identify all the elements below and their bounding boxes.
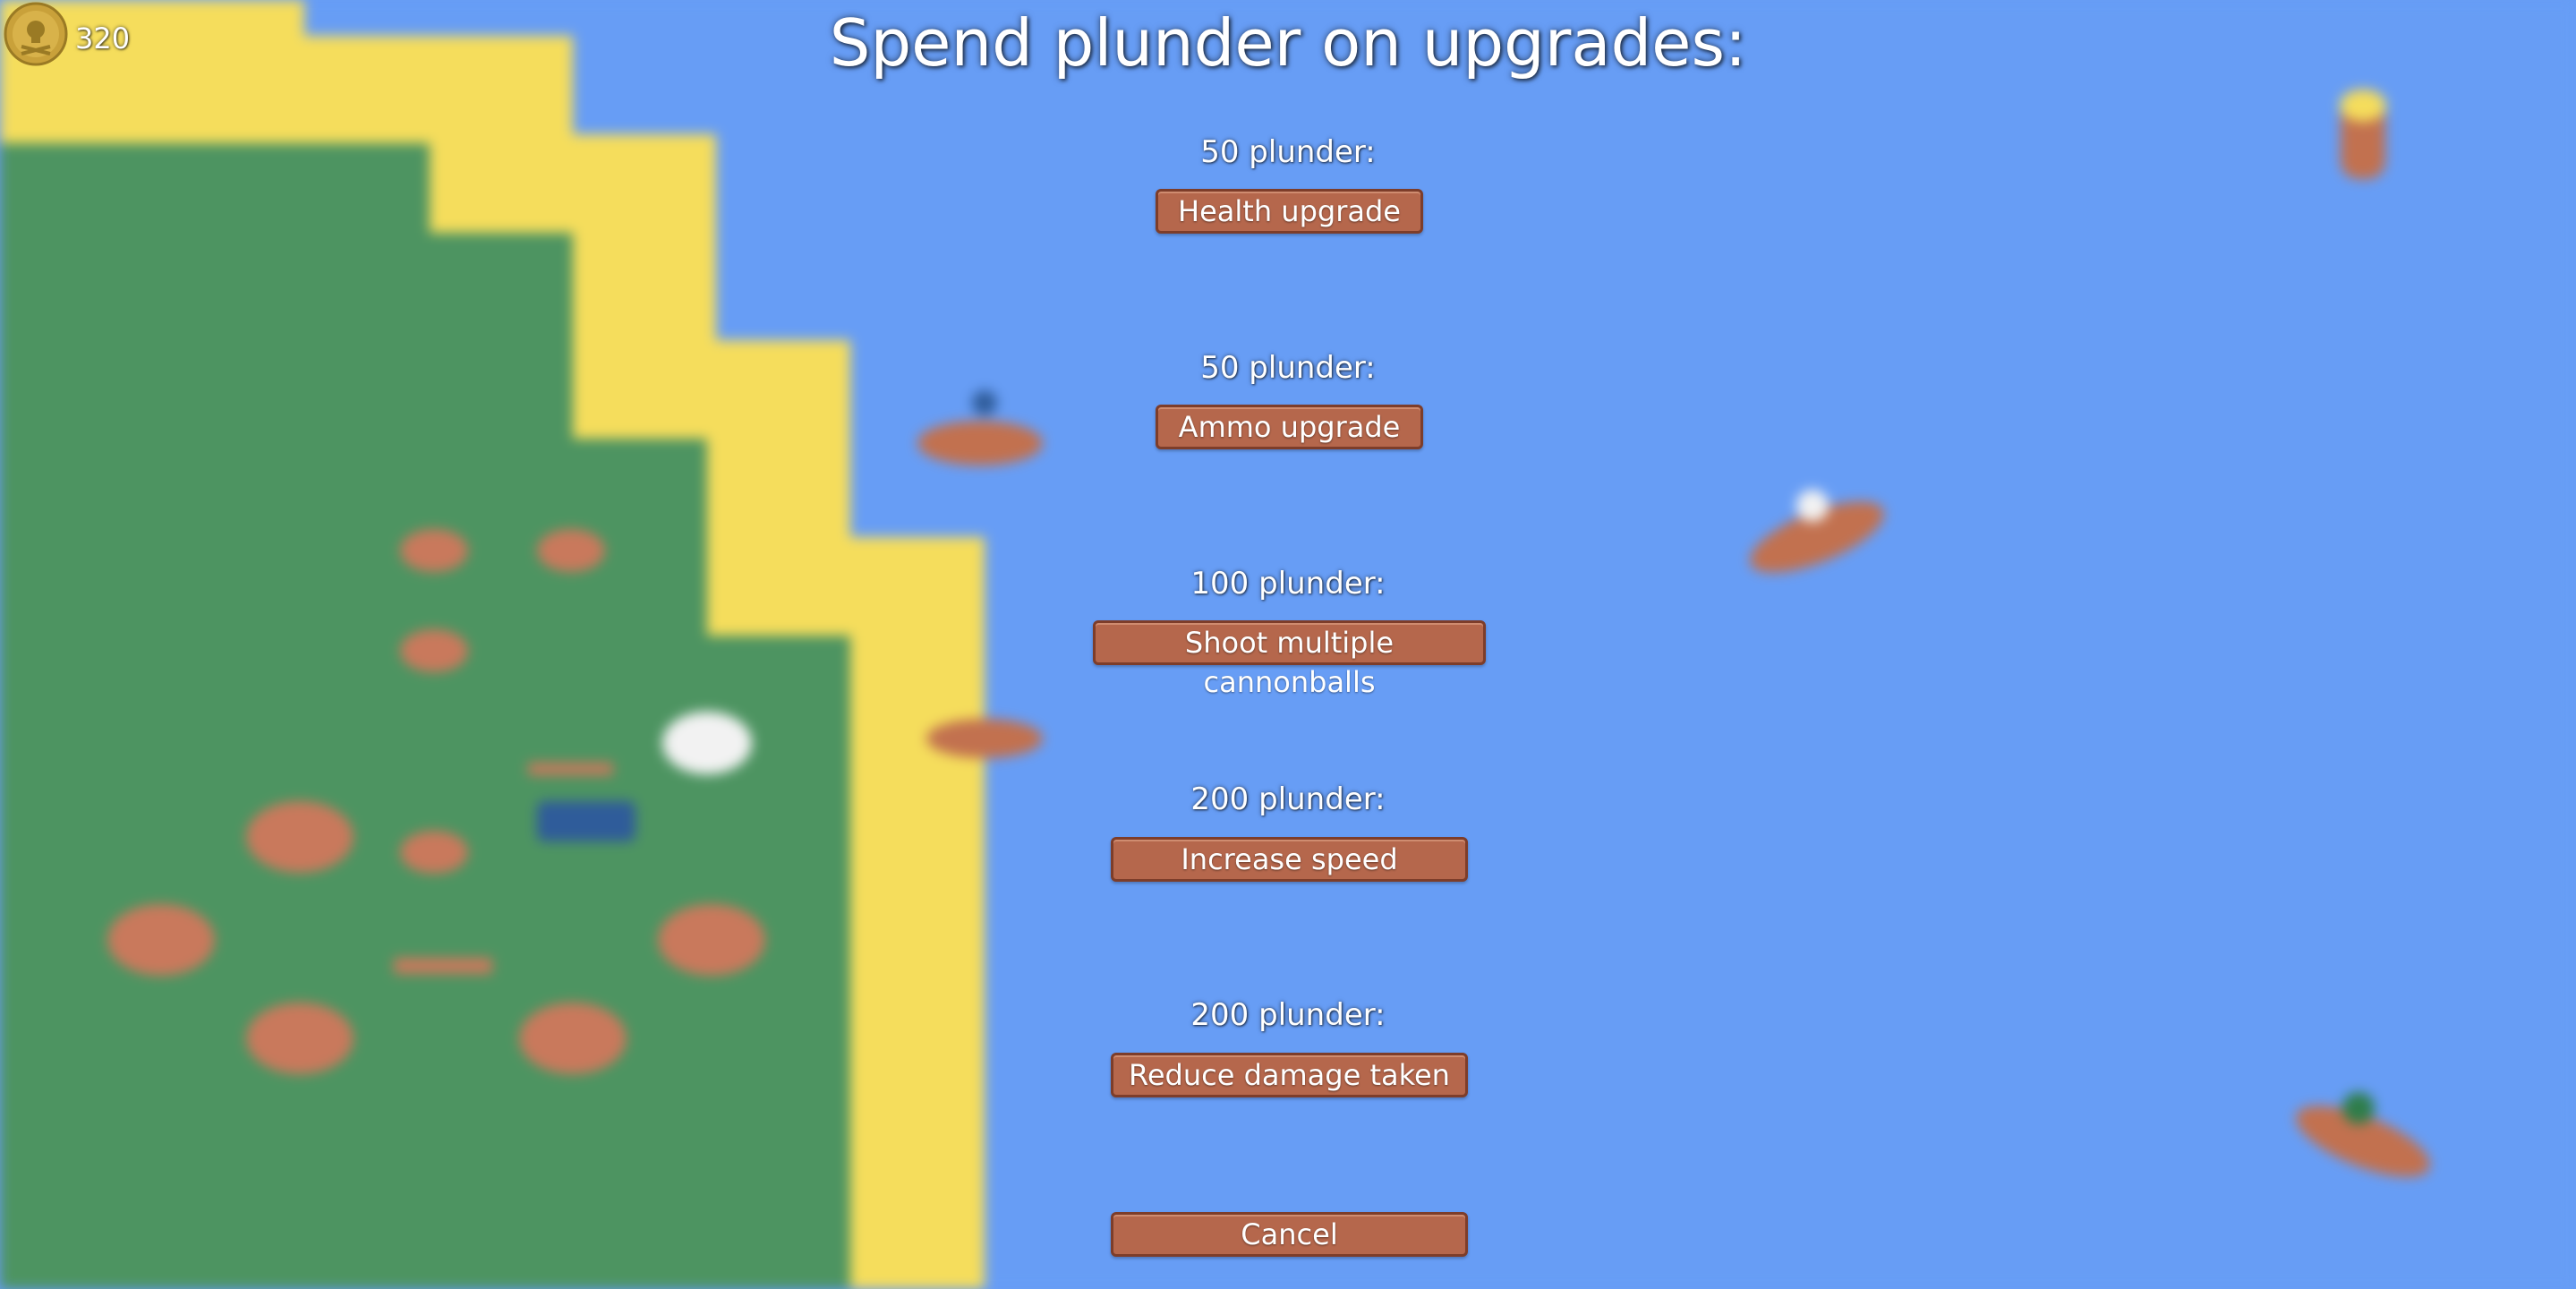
ammo-upgrade-button[interactable]: Ammo upgrade bbox=[1156, 405, 1423, 449]
game-stage: 320 Spend plunder on upgrades: 50 plunde… bbox=[0, 0, 2576, 1289]
upgrade-cost-speed: 200 plunder: bbox=[1190, 781, 1386, 817]
menu-title: Spend plunder on upgrades: bbox=[829, 5, 1747, 81]
reduce-damage-button[interactable]: Reduce damage taken bbox=[1111, 1053, 1468, 1097]
upgrade-menu-overlay: 320 Spend plunder on upgrades: 50 plunde… bbox=[0, 0, 2576, 1289]
health-upgrade-button[interactable]: Health upgrade bbox=[1156, 189, 1423, 234]
increase-speed-button[interactable]: Increase speed bbox=[1111, 837, 1468, 882]
upgrade-cost-ammo: 50 plunder: bbox=[1200, 350, 1376, 386]
upgrade-cost-multishot: 100 plunder: bbox=[1190, 566, 1386, 602]
multiple-cannonballs-button[interactable]: Shoot multiple cannonballs bbox=[1093, 620, 1486, 699]
cancel-button[interactable]: Cancel bbox=[1111, 1212, 1468, 1257]
upgrade-cost-health: 50 plunder: bbox=[1200, 134, 1376, 170]
upgrade-cost-damage: 200 plunder: bbox=[1190, 997, 1386, 1033]
